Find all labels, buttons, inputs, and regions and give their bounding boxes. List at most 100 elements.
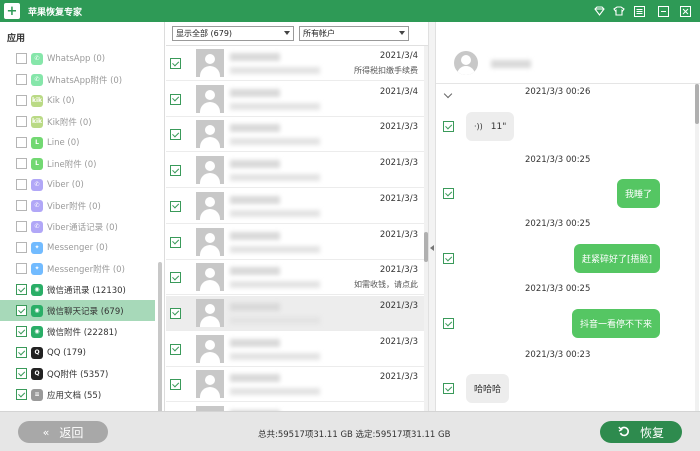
- checkbox[interactable]: [443, 383, 454, 394]
- checkbox[interactable]: [170, 236, 181, 248]
- checkbox[interactable]: [170, 272, 181, 284]
- sidebar-item[interactable]: kik Kik附件 (0): [0, 111, 155, 132]
- checkbox[interactable]: [16, 137, 27, 148]
- sidebar-item-label: 应用文档 (55): [47, 390, 102, 401]
- message-text-blurred: [230, 281, 320, 289]
- sidebar-item[interactable]: ✦ Messenger (0): [0, 237, 155, 258]
- sidebar-item[interactable]: ◉ 微信聊天记录 (679): [0, 300, 155, 321]
- checkbox[interactable]: [170, 93, 181, 105]
- sidebar-item[interactable]: ✆ Viber附件 (0): [0, 195, 155, 216]
- checkbox[interactable]: [16, 95, 27, 106]
- list-item[interactable]: 2021/3/3: [166, 332, 424, 367]
- checkbox[interactable]: [443, 121, 454, 132]
- checkbox[interactable]: [443, 318, 454, 329]
- contact-name-blurred: [491, 60, 531, 68]
- shirt-skin-icon[interactable]: [612, 4, 626, 18]
- sidebar-item[interactable]: ✆ Viber通话记录 (0): [0, 216, 155, 237]
- checkbox[interactable]: [16, 305, 27, 316]
- checkbox[interactable]: [16, 116, 27, 127]
- checkbox[interactable]: [16, 263, 27, 274]
- checkbox[interactable]: [16, 74, 27, 85]
- list-item[interactable]: 2021/3/4 所得税扣缴手续费: [166, 46, 424, 81]
- sidebar-item[interactable]: Q QQ (179): [0, 342, 155, 363]
- collapse-arrow-icon[interactable]: [430, 245, 434, 251]
- message-text-blurred: [230, 102, 320, 110]
- outgoing-message-bubble[interactable]: 我睡了: [616, 179, 660, 208]
- message-preview: 如需收钱，请点此: [354, 280, 418, 290]
- incoming-message-bubble[interactable]: 哈哈哈: [466, 374, 510, 403]
- checkbox[interactable]: [16, 221, 27, 232]
- show-all-select[interactable]: 显示全部 (679): [172, 26, 294, 41]
- panel-splitter[interactable]: [428, 22, 436, 411]
- sidebar-item[interactable]: ✆ WhatsApp附件 (0): [0, 69, 155, 90]
- checkbox[interactable]: [170, 307, 181, 319]
- message-text-blurred: [230, 174, 320, 182]
- outgoing-message-bubble[interactable]: 抖音一看停不下来: [571, 309, 660, 338]
- menu-icon[interactable]: [632, 4, 646, 18]
- contact-name-blurred: [230, 374, 280, 383]
- chat-scrollbar-track[interactable]: [695, 84, 699, 411]
- message-date: 2021/3/3: [379, 336, 418, 347]
- message-text: 哈哈哈: [474, 385, 502, 395]
- list-item[interactable]: 2021/3/3: [166, 189, 424, 224]
- close-icon[interactable]: [678, 4, 692, 18]
- avatar: [196, 49, 224, 77]
- checkbox[interactable]: [16, 389, 27, 400]
- list-item[interactable]: 2021/3/3: [166, 225, 424, 260]
- message-date: 2021/3/4: [379, 86, 418, 97]
- sidebar-item[interactable]: ◉ 微信附件 (22281): [0, 321, 155, 342]
- recover-button[interactable]: 恢复: [600, 421, 682, 443]
- checkbox[interactable]: [16, 242, 27, 253]
- sidebar-item[interactable]: ◉ 微信通讯录 (12130): [0, 279, 155, 300]
- checkbox[interactable]: [170, 200, 181, 212]
- sidebar-item-label: Kik (0): [47, 95, 75, 106]
- contact-name-blurred: [230, 302, 280, 311]
- sidebar-item[interactable]: kik Kik (0): [0, 90, 155, 111]
- checkbox[interactable]: [16, 179, 27, 190]
- vip-diamond-icon[interactable]: [592, 4, 606, 18]
- sidebar-item[interactable]: ✆ WhatsApp (0): [0, 48, 155, 69]
- sidebar-item[interactable]: Q QQ附件 (5357): [0, 363, 155, 384]
- checkbox[interactable]: [16, 53, 27, 64]
- checkbox[interactable]: [16, 347, 27, 358]
- outgoing-message-bubble[interactable]: 赶紧碎好了[捂脸]: [573, 244, 660, 273]
- message-timestamp: 2021/3/3 00:25: [525, 219, 591, 229]
- list-item[interactable]: 2021/3/3: [166, 295, 424, 331]
- checkbox[interactable]: [16, 200, 27, 211]
- contact-name-blurred: [230, 231, 280, 240]
- sidebar-item[interactable]: ✆ Viber (0): [0, 174, 155, 195]
- chat-scrollbar-thumb[interactable]: [695, 84, 699, 124]
- sidebar-item[interactable]: L Line附件 (0): [0, 153, 155, 174]
- account-select[interactable]: 所有帐户: [299, 26, 409, 41]
- list-item[interactable]: 2021/3/3: [166, 117, 424, 153]
- sidebar-item[interactable]: ≡ 应用文档 (55): [0, 384, 155, 405]
- list-item[interactable]: 2021/3/3: [166, 153, 424, 189]
- message-date: 2021/3/3: [379, 229, 418, 240]
- list-item[interactable]: 2021/3/3 如需收钱，请点此: [166, 260, 424, 296]
- checkbox[interactable]: [170, 129, 181, 141]
- checkbox[interactable]: [170, 379, 181, 391]
- sidebar-scrollbar[interactable]: [158, 262, 162, 411]
- whatsapp-icon: ✆: [31, 52, 43, 65]
- message-timestamp: 2021/3/3 00:26: [525, 87, 591, 97]
- checkbox[interactable]: [170, 165, 181, 177]
- checkbox[interactable]: [443, 188, 454, 199]
- list-item[interactable]: 2021/3/3: [166, 367, 424, 403]
- checkbox[interactable]: [170, 58, 181, 69]
- checkbox[interactable]: [170, 343, 181, 355]
- sidebar-item[interactable]: L Line (0): [0, 132, 155, 153]
- message-date: 2021/3/3: [379, 193, 418, 204]
- checkbox[interactable]: [443, 253, 454, 264]
- list-item[interactable]: 2021/3/4: [166, 82, 424, 117]
- checkbox[interactable]: [16, 284, 27, 295]
- checkbox[interactable]: [16, 158, 27, 169]
- incoming-message-bubble[interactable]: ·)) 11": [466, 112, 515, 141]
- avatar: [196, 191, 224, 220]
- sidebar-item[interactable]: ✦ Messenger附件 (0): [0, 258, 155, 279]
- chevron-down-icon[interactable]: [443, 89, 453, 99]
- checkbox[interactable]: [16, 368, 27, 379]
- messenger-icon: ✦: [31, 262, 43, 275]
- minimize-icon[interactable]: [656, 4, 670, 18]
- checkbox[interactable]: [16, 326, 27, 337]
- back-button[interactable]: « 返回: [18, 421, 108, 443]
